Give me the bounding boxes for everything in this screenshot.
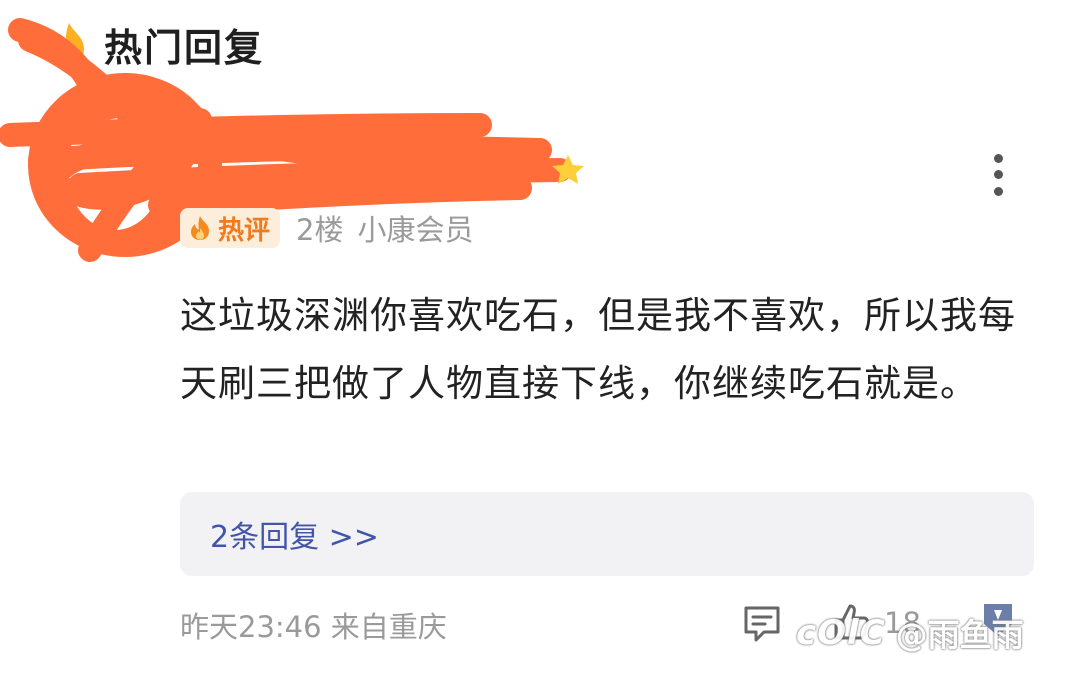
member-level: 小康会员 — [357, 213, 474, 247]
more-dot-icon — [993, 170, 1003, 180]
hot-comment-badge: 热评 — [180, 208, 281, 248]
comment-icon[interactable] — [740, 602, 784, 646]
comment-body: 这垃圾深渊你喜欢吃石，但是我不喜欢，所以我每天刷三把做了人物直接下线，你继续吃石… — [180, 294, 1016, 405]
watermark-handle: @雨鱼雨 — [895, 616, 1024, 654]
watermark-logo: cOlC — [796, 613, 886, 653]
view-replies-link[interactable]: 2条回复 >> — [210, 512, 379, 556]
section-title: 热门回复 — [104, 25, 265, 70]
comment-meta: 热评 2楼 小康会员 — [180, 206, 473, 250]
time-location: 昨天23:46 来自重庆 — [180, 610, 447, 644]
source-watermark: cOlC @雨鱼雨 — [796, 608, 1024, 658]
flame-icon — [54, 23, 84, 65]
hot-badge-label: 热评 — [218, 215, 271, 246]
more-dot-icon — [993, 153, 1003, 163]
more-options-button[interactable] — [980, 150, 1016, 200]
more-dot-icon — [993, 187, 1003, 197]
flame-icon — [191, 216, 209, 240]
replies-box[interactable]: 2条回复 >> — [180, 492, 1034, 576]
section-header: 热门回复 — [44, 16, 264, 72]
floor-number: 2楼 — [296, 213, 344, 247]
